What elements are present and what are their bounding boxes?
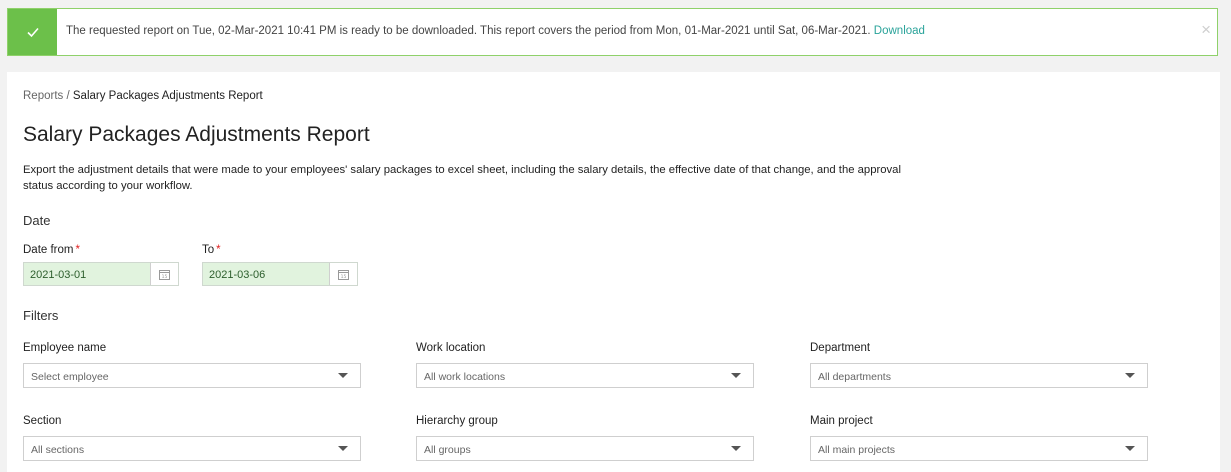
main-project-label: Main project [810,415,873,427]
required-mark: * [75,244,80,256]
chevron-down-icon [338,373,348,378]
svg-text:15: 15 [341,274,347,280]
section-select-value: All sections [31,444,85,456]
required-mark: * [216,244,221,256]
svg-text:15: 15 [162,274,168,280]
chevron-down-icon [1125,373,1135,378]
date-to-value[interactable]: 2021-03-06 [203,263,329,285]
department-label: Department [810,342,871,354]
date-section-heading: Date [23,213,51,228]
close-icon[interactable]: × [1201,21,1211,38]
main-project-select[interactable]: All main projects [810,436,1148,461]
chevron-down-icon [731,373,741,378]
breadcrumb-reports-link[interactable]: Reports [23,90,63,102]
date-from-input[interactable]: 2021-03-01 15 [23,262,179,286]
hierarchy-group-label: Hierarchy group [416,415,498,427]
chevron-down-icon [731,446,741,451]
banner-message: The requested report on Tue, 02-Mar-2021… [66,25,871,37]
filters-section-heading: Filters [23,308,59,323]
download-link[interactable]: Download [874,25,925,37]
department-select[interactable]: All departments [810,363,1148,388]
department-select-value: All departments [818,371,891,383]
chevron-down-icon [1125,446,1135,451]
chevron-down-icon [338,446,348,451]
hierarchy-group-select[interactable]: All groups [416,436,754,461]
section-select[interactable]: All sections [23,436,361,461]
hierarchy-group-select-value: All groups [424,444,471,456]
date-from-label: Date from * [23,244,80,256]
calendar-icon[interactable]: 15 [329,263,357,285]
report-card: Reports / Salary Packages Adjustments Re… [7,72,1220,472]
section-label: Section [23,415,62,427]
success-banner: The requested report on Tue, 02-Mar-2021… [7,8,1218,56]
work-location-select[interactable]: All work locations [416,363,754,388]
work-location-select-value: All work locations [424,371,506,383]
employee-name-label: Employee name [23,342,107,354]
check-icon [8,9,57,55]
date-from-label-text: Date from [23,244,74,256]
main-project-select-value: All main projects [818,444,896,456]
breadcrumb-current: Salary Packages Adjustments Report [72,90,263,102]
work-location-label: Work location [416,342,486,354]
date-to-label-text: To [202,244,215,256]
page-description: Export the adjustment details that were … [23,164,901,192]
banner-message-line: The requested report on Tue, 02-Mar-2021… [66,25,925,37]
breadcrumb: Reports / Salary Packages Adjustments Re… [23,90,263,102]
employee-select-value: Select employee [31,371,109,383]
breadcrumb-separator: / [66,90,70,102]
employee-select[interactable]: Select employee [23,363,361,388]
date-from-value[interactable]: 2021-03-01 [24,263,150,285]
date-to-input[interactable]: 2021-03-06 15 [202,262,358,286]
calendar-icon[interactable]: 15 [150,263,178,285]
date-to-label: To * [202,244,221,256]
page-title: Salary Packages Adjustments Report [23,123,370,146]
